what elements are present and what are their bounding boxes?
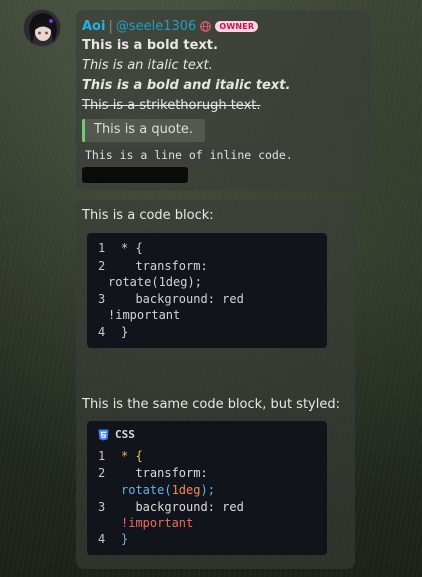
code-paren: ); [200,483,215,497]
code-line: !important [121,516,194,530]
bold-italic-text: This is a bold and italic text. [82,78,291,93]
code-block-plain: 1 2 3 4 * { transform: rotate(1deg); bac… [87,233,327,348]
avatar[interactable] [23,9,61,47]
code-line: rotate(1deg); [108,275,202,289]
spoiler-block[interactable] [82,167,188,183]
username[interactable]: Aoi [82,19,105,34]
code-line: background: red [121,500,244,514]
code-line: } [121,325,129,339]
user-handle[interactable]: @seele1306 [116,19,196,34]
message-header: Aoi | @seele1306 OWNER [82,17,259,35]
code-block-styled: CSS 1 2 3 4 * { transform: rotate(1deg);… [87,421,327,555]
code-brace: { [135,449,143,463]
line-number: 1 [98,449,106,463]
language-label: CSS [115,428,135,441]
code-number: 1deg [171,483,201,497]
code-line: !important [108,308,181,322]
code-selector: * [121,449,129,463]
code-line: background: red [121,292,244,306]
code-line: * { [121,448,143,464]
code-function: rotate( [121,483,172,497]
code-line: } [121,532,129,546]
code-line: transform: [121,259,208,273]
code-line: * { [121,241,143,255]
css3-icon [98,429,109,440]
code-block-label: This is a code block: [82,208,214,223]
strikethrough-text: This is a strikethorugh text. [82,98,261,113]
quote-block: This is a quote. [82,119,205,142]
code-line: transform: [121,466,208,480]
quote-text: This is a quote. [94,122,193,137]
name-separator: | [108,18,113,34]
owner-badge: OWNER [215,20,259,32]
line-number: 2 [98,259,106,273]
code-language: CSS [98,428,135,441]
italic-text: This is an italic text. [82,58,213,73]
line-number: 2 [98,466,106,480]
line-number: 4 [98,532,106,546]
line-number: 3 [98,500,106,514]
line-number: 1 [98,241,106,255]
bold-text: This is a bold text. [82,38,218,53]
inline-code: This is a line of inline code. [82,147,296,164]
code-line: rotate(1deg); [121,482,215,498]
line-number: 3 [98,292,106,306]
line-number: 4 [98,325,106,339]
globe-icon [200,20,212,32]
styled-code-block-label: This is the same code block, but styled: [82,397,340,412]
